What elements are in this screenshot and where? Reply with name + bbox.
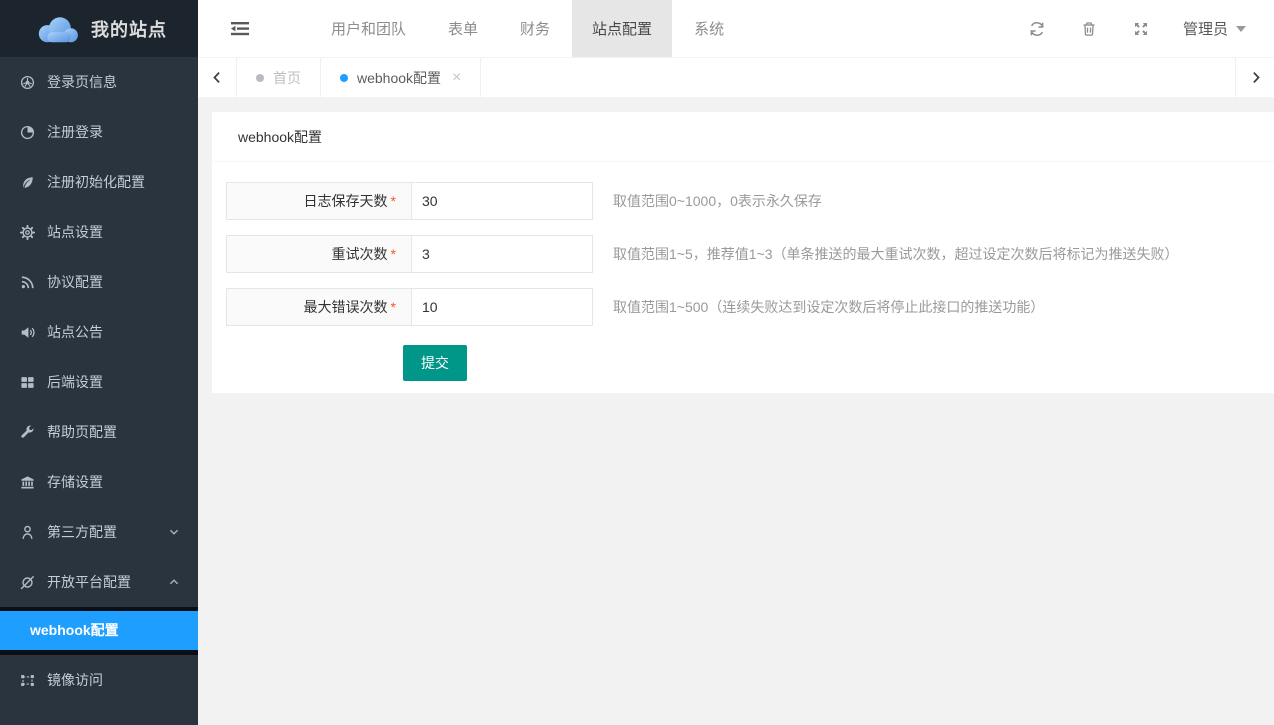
- field-input-retry-count[interactable]: [411, 235, 593, 273]
- rss-icon: [20, 274, 36, 290]
- close-tab-icon[interactable]: ×: [452, 70, 461, 86]
- logo: 我的站点: [0, 0, 198, 57]
- field-label-log-retention-days: 日志保存天数*: [226, 182, 412, 220]
- logo-title: 我的站点: [91, 16, 167, 42]
- bank-icon: [20, 474, 36, 490]
- sidebar-item-label: 协议配置: [47, 272, 180, 292]
- nav-item-finance[interactable]: 财务: [500, 0, 570, 57]
- grid-icon: [20, 374, 36, 390]
- tab-label: 首页: [273, 68, 301, 88]
- cloud-icon: [31, 13, 81, 45]
- fullscreen-icon[interactable]: [1115, 0, 1167, 57]
- tab-label: webhook配置: [357, 68, 441, 88]
- sidebar-item-protocol-config[interactable]: 协议配置: [0, 257, 198, 307]
- sidebar-item-label: 站点设置: [47, 222, 180, 242]
- sidebar-subitem-webhook-config[interactable]: webhook配置: [0, 611, 198, 650]
- nav-item-system[interactable]: 系统: [674, 0, 744, 57]
- required-asterisk: *: [391, 246, 396, 262]
- sidebar-item-open-platform-config[interactable]: 开放平台配置: [0, 557, 198, 607]
- sidebar-item-register-init-config[interactable]: 注册初始化配置: [0, 157, 198, 207]
- sidebar-item-label: 第三方配置: [47, 522, 168, 542]
- sidebar-menu: 登录页信息注册登录注册初始化配置站点设置协议配置站点公告后端设置帮助页配置存储设…: [0, 57, 198, 705]
- user-name: 管理员: [1183, 18, 1228, 39]
- nav-item-site-config[interactable]: 站点配置: [572, 0, 672, 57]
- sidebar-item-third-party-config[interactable]: 第三方配置: [0, 507, 198, 557]
- sidebar-item-mirror-access[interactable]: 镜像访问: [0, 655, 198, 705]
- field-input-log-retention-days[interactable]: [411, 182, 593, 220]
- sidebar-item-label: 登录页信息: [47, 72, 180, 92]
- tab-status-dot: [256, 74, 264, 82]
- chevron-down-icon: [168, 526, 180, 538]
- header-actions: 管理员: [1011, 0, 1274, 57]
- person-icon: [20, 524, 36, 540]
- field-label-retry-count: 重试次数*: [226, 235, 412, 273]
- submit-button[interactable]: 提交: [403, 345, 467, 381]
- tabs: 首页 webhook配置 ×: [237, 58, 481, 97]
- tabs-scroll-left-icon[interactable]: [198, 58, 237, 97]
- sidebar-submenu: webhook配置: [0, 607, 198, 655]
- sidebar-item-label: 开放平台配置: [47, 572, 168, 592]
- field-hint-max-error-count: 取值范围1~500（连续失败达到设定次数后将停止此接口的推送功能）: [613, 288, 1044, 326]
- webhook-config-form: 日志保存天数* 取值范围0~1000，0表示永久保存重试次数* 取值范围1~5，推荐…: [212, 162, 1274, 393]
- gear-icon: [20, 224, 36, 240]
- sidebar-item-storage-settings[interactable]: 存储设置: [0, 457, 198, 507]
- sidebar-item-label: 后端设置: [47, 372, 180, 392]
- nav-item-forms[interactable]: 表单: [428, 0, 498, 57]
- tab-home[interactable]: 首页: [237, 58, 321, 97]
- field-hint-retry-count: 取值范围1~5，推荐值1~3（单条推送的最大重试次数，超过设定次数后将标记为推送…: [613, 235, 1179, 273]
- sidebar-item-label: 存储设置: [47, 472, 180, 492]
- sidebar-item-backend-settings[interactable]: 后端设置: [0, 357, 198, 407]
- main-content: webhook配置 日志保存天数* 取值范围0~1000，0表示永久保存重试次数*…: [198, 97, 1274, 725]
- leaf-icon: [20, 174, 36, 190]
- tab-bar: 首页 webhook配置 ×: [198, 58, 1274, 97]
- form-row-log-retention-days: 日志保存天数* 取值范围0~1000，0表示永久保存: [226, 182, 1254, 220]
- sidebar-item-site-announcement[interactable]: 站点公告: [0, 307, 198, 357]
- sidebar-item-register-login[interactable]: 注册登录: [0, 107, 198, 157]
- header: 用户和团队表单财务站点配置系统 管理员: [198, 0, 1274, 58]
- sidebar-item-site-settings[interactable]: 站点设置: [0, 207, 198, 257]
- refresh-icon[interactable]: [1011, 0, 1063, 57]
- wrench-icon: [20, 424, 36, 440]
- tab-webhook-config[interactable]: webhook配置 ×: [321, 58, 481, 97]
- tabs-scroll-right-icon[interactable]: [1235, 58, 1274, 97]
- sidebar: 我的站点 登录页信息注册登录注册初始化配置站点设置协议配置站点公告后端设置帮助页…: [0, 0, 198, 725]
- sidebar-item-label: 镜像访问: [47, 670, 180, 690]
- planet-icon: [20, 574, 36, 590]
- field-input-max-error-count[interactable]: [411, 288, 593, 326]
- required-asterisk: *: [391, 193, 396, 209]
- sidebar-item-label: 帮助页配置: [47, 422, 180, 442]
- webhook-config-card: webhook配置 日志保存天数* 取值范围0~1000，0表示永久保存重试次数*…: [212, 112, 1274, 393]
- caret-down-icon: [1236, 26, 1246, 32]
- field-label-max-error-count: 最大错误次数*: [226, 288, 412, 326]
- sidebar-item-label: 站点公告: [47, 322, 180, 342]
- required-asterisk: *: [391, 299, 396, 315]
- nav-item-users-and-teams[interactable]: 用户和团队: [311, 0, 426, 57]
- sidebar-collapse-icon[interactable]: [220, 0, 260, 57]
- sidebar-item-login-page-info[interactable]: 登录页信息: [0, 57, 198, 107]
- submit-row: 提交: [403, 345, 1254, 381]
- sidebar-item-label: 注册初始化配置: [47, 172, 180, 192]
- object-group-icon: [20, 672, 36, 688]
- speaker-icon: [20, 324, 36, 340]
- user-menu[interactable]: 管理员: [1167, 0, 1274, 57]
- pie-chart-icon: [20, 124, 36, 140]
- tab-status-dot: [340, 74, 348, 82]
- chevron-up-icon: [168, 576, 180, 588]
- trash-icon[interactable]: [1063, 0, 1115, 57]
- field-hint-log-retention-days: 取值范围0~1000，0表示永久保存: [613, 182, 822, 220]
- form-row-retry-count: 重试次数* 取值范围1~5，推荐值1~3（单条推送的最大重试次数，超过设定次数后将…: [226, 235, 1254, 273]
- form-row-max-error-count: 最大错误次数* 取值范围1~500（连续失败达到设定次数后将停止此接口的推送功能）: [226, 288, 1254, 326]
- sidebar-item-label: 注册登录: [47, 122, 180, 142]
- futbol-icon: [20, 74, 36, 90]
- top-navigation: 用户和团队表单财务站点配置系统: [310, 0, 745, 57]
- card-title: webhook配置: [212, 112, 1274, 162]
- sidebar-item-help-page-config[interactable]: 帮助页配置: [0, 407, 198, 457]
